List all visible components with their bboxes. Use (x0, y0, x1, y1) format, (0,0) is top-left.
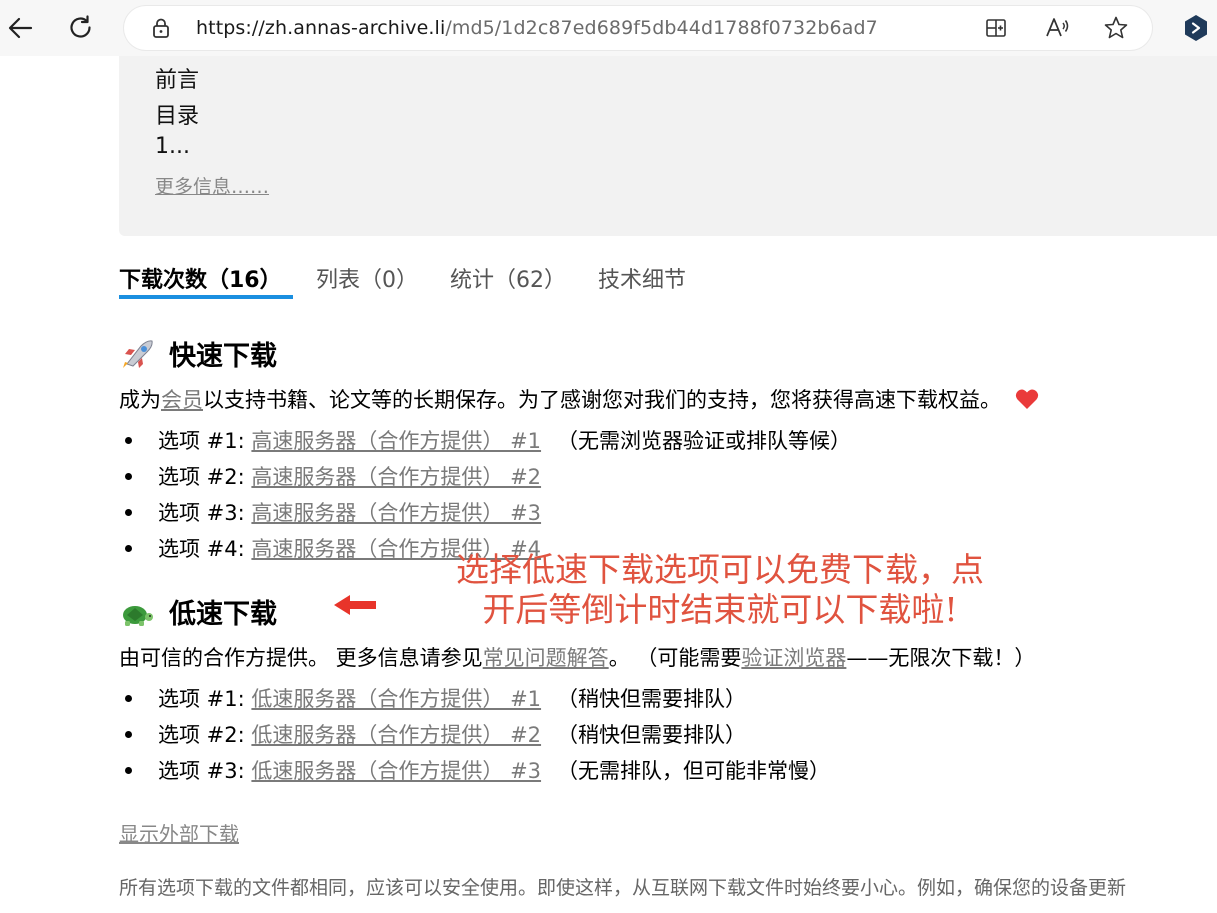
book-description-box: 前言 目录 1... 更多信息…… (119, 56, 1217, 236)
refresh-button[interactable] (61, 8, 101, 48)
back-arrow-icon (8, 17, 33, 39)
slow-download-heading: 低速下载 (119, 592, 277, 631)
address-bar[interactable]: https://zh.annas-archive.li/md5/1d2c87ed… (124, 6, 1152, 50)
fast-download-title: 快速下载 (169, 341, 277, 372)
intro-text: 以支持书籍、论文等的长期保存。为了感谢您对我们的支持，您将获得高速下载权益。 (203, 388, 1001, 412)
bullet (125, 730, 132, 738)
bullet (125, 694, 132, 702)
slow-download-intro: 由可信的合作方提供。 更多信息请参见常见问题解答。 （可能需要验证浏览器——无限… (119, 642, 1035, 672)
membership-link[interactable]: 会员 (161, 388, 203, 412)
annotation-line-1: 选择低速下载选项可以免费下载，点 (456, 550, 984, 589)
safety-notice: 所有选项下载的文件都相同，应该可以安全使用。即使这样，从互联网下载文件时始终要小… (119, 877, 1127, 899)
option-label: 选项 #1: (158, 429, 245, 453)
intro-text: 。 （可能需要 (608, 646, 742, 670)
rocket-icon (123, 339, 153, 368)
favorite-button[interactable] (1103, 15, 1129, 41)
more-info-link[interactable]: 更多信息…… (155, 172, 269, 199)
split-screen-icon (986, 19, 1006, 37)
option-note: （稍快但需要排队） (557, 723, 747, 747)
slow-option-2: 选项 #2: 低速服务器（合作方提供） #2 （稍快但需要排队） (119, 719, 746, 749)
option-note: （无需浏览器验证或排队等候） (557, 429, 852, 453)
intro-text: ——无限次下载！） (846, 646, 1036, 670)
option-label: 选项 #4: (158, 537, 245, 561)
browser-toolbar: https://zh.annas-archive.li/md5/1d2c87ed… (0, 0, 1217, 56)
intro-text: 由可信的合作方提供。 更多信息请参见 (119, 646, 483, 670)
red-arrow-annotation (334, 595, 376, 615)
fast-server-link-3[interactable]: 高速服务器（合作方提供） #3 (251, 501, 541, 525)
fast-option-3: 选项 #3: 高速服务器（合作方提供） #3 (119, 497, 541, 527)
slow-server-link-3[interactable]: 低速服务器（合作方提供） #3 (251, 759, 541, 783)
back-button[interactable] (0, 8, 40, 48)
tab-stats[interactable]: 统计（62） (450, 262, 566, 294)
slow-server-link-1[interactable]: 低速服务器（合作方提供） #1 (251, 687, 541, 711)
tab-lists[interactable]: 列表（0） (316, 262, 418, 294)
option-label: 选项 #1: (158, 687, 245, 711)
read-aloud-icon (1046, 18, 1069, 37)
heart-icon (1015, 389, 1039, 409)
fast-server-link-2[interactable]: 高速服务器（合作方提供） #2 (251, 465, 541, 489)
bullet (125, 544, 132, 552)
fast-option-2: 选项 #2: 高速服务器（合作方提供） #2 (119, 461, 541, 491)
option-note: （无需排队，但可能非常慢） (557, 759, 831, 783)
option-label: 选项 #3: (158, 501, 245, 525)
url-host: https://zh.annas-archive.li (196, 17, 446, 39)
slow-option-1: 选项 #1: 低速服务器（合作方提供） #1 （稍快但需要排队） (119, 683, 746, 713)
bullet (125, 472, 132, 480)
url-path: /md5/1d2c87ed689f5db44d1788f0732b6ad7 (445, 17, 878, 39)
annotation-line-2: 开后等倒计时结束就可以下载啦! (482, 590, 958, 629)
favorite-star-icon (1104, 16, 1128, 39)
url-text[interactable]: https://zh.annas-archive.li/md5/1d2c87ed… (196, 17, 878, 39)
description-line: 1... (155, 134, 190, 159)
extension-icon[interactable] (1183, 14, 1209, 42)
option-label: 选项 #2: (158, 465, 245, 489)
bullet (125, 436, 132, 444)
fast-download-intro: 成为会员以支持书籍、论文等的长期保存。为了感谢您对我们的支持，您将获得高速下载权… (119, 384, 1039, 414)
refresh-icon (70, 15, 91, 38)
bullet (125, 766, 132, 774)
bullet (125, 508, 132, 516)
show-external-downloads-link[interactable]: 显示外部下载 (119, 818, 239, 847)
option-note: （稍快但需要排队） (557, 687, 747, 711)
slow-server-link-2[interactable]: 低速服务器（合作方提供） #2 (251, 723, 541, 747)
tab-technical-details[interactable]: 技术细节 (598, 262, 686, 294)
tab-downloads[interactable]: 下载次数（16） (119, 262, 282, 294)
description-line: 前言 (155, 68, 200, 93)
verify-browser-link[interactable]: 验证浏览器 (741, 646, 846, 670)
split-screen-button[interactable] (983, 15, 1009, 41)
fast-option-1: 选项 #1: 高速服务器（合作方提供） #1 （无需浏览器验证或排队等候） (119, 425, 851, 455)
slow-download-title: 低速下载 (169, 599, 277, 630)
option-label: 选项 #3: (158, 759, 245, 783)
lock-icon[interactable] (150, 17, 172, 39)
option-label: 选项 #2: (158, 723, 245, 747)
active-tab-indicator (119, 295, 293, 299)
description-line: 目录 (155, 104, 200, 129)
read-aloud-button[interactable] (1044, 15, 1070, 41)
annotation-callout: 选择低速下载选项可以免费下载，点 开后等倒计时结束就可以下载啦! (410, 550, 1030, 630)
slow-option-3: 选项 #3: 低速服务器（合作方提供） #3 （无需排队，但可能非常慢） (119, 755, 830, 785)
fast-download-heading: 快速下载 (119, 334, 277, 373)
faq-link[interactable]: 常见问题解答 (483, 646, 609, 670)
intro-text: 成为 (119, 388, 161, 412)
fast-server-link-1[interactable]: 高速服务器（合作方提供） #1 (251, 429, 541, 453)
turtle-icon (123, 605, 153, 626)
